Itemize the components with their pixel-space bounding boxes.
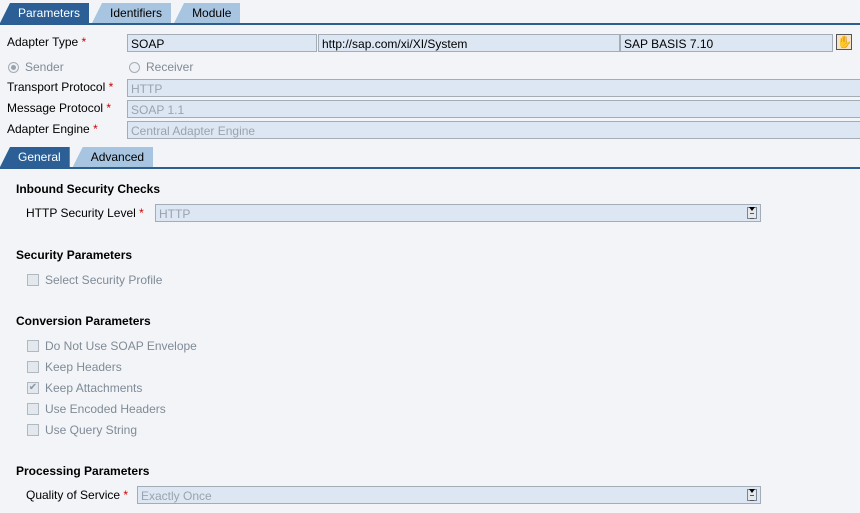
hand-pointer-icon[interactable]: ✋	[836, 34, 852, 50]
checkbox-label: Select Security Profile	[45, 273, 163, 287]
checkbox-label: Keep Attachments	[45, 381, 143, 395]
processing-parameters-heading: Processing Parameters	[16, 464, 150, 478]
tab-label: Advanced	[90, 150, 145, 164]
required-mark: *	[81, 35, 87, 49]
quality-of-service-dropdown[interactable]: Exactly Once	[137, 486, 761, 504]
inbound-security-heading: Inbound Security Checks	[16, 182, 161, 196]
adapter-engine-field[interactable]: Central Adapter Engine	[127, 121, 860, 139]
receiver-radio[interactable]: Receiver	[129, 60, 193, 74]
tab-identifiers[interactable]: Identifiers	[92, 3, 172, 23]
do-not-use-soap-envelope-checkbox[interactable]: Do Not Use SOAP Envelope	[27, 339, 197, 353]
checkbox-label: Use Query String	[45, 423, 138, 437]
checkbox-label: Do Not Use SOAP Envelope	[45, 339, 197, 353]
adapter-type-label: Adapter Type *	[7, 35, 87, 49]
dropdown-icon[interactable]	[747, 207, 757, 219]
tab-label: Identifiers	[110, 6, 163, 20]
sub-tab-underline	[0, 167, 860, 169]
adapter-engine-label: Adapter Engine *	[7, 122, 98, 136]
top-tab-bar: Parameters Identifiers Module	[0, 3, 243, 25]
checkbox-icon	[27, 340, 39, 352]
http-security-level-label: HTTP Security Level *	[26, 206, 144, 220]
adapter-type-name-field[interactable]: SOAP	[127, 34, 317, 52]
sub-tab-bar: General Advanced	[0, 147, 156, 169]
sender-label: Sender	[25, 60, 64, 74]
tab-module[interactable]: Module	[174, 3, 241, 23]
radio-unselected-icon	[129, 61, 140, 73]
sender-radio[interactable]: Sender	[8, 60, 64, 74]
tab-parameters[interactable]: Parameters	[0, 3, 90, 23]
adapter-type-swcv-field[interactable]: SAP BASIS 7.10	[620, 34, 833, 52]
checkbox-icon	[27, 274, 39, 286]
dropdown-icon[interactable]	[747, 489, 757, 501]
checkbox-icon	[27, 424, 39, 436]
tab-underline	[0, 23, 860, 25]
checkbox-label: Use Encoded Headers	[45, 402, 166, 416]
dropdown-value: Exactly Once	[141, 489, 212, 503]
http-security-level-dropdown[interactable]: HTTP	[155, 204, 761, 222]
checkbox-icon	[27, 361, 39, 373]
tab-label: Parameters	[18, 6, 81, 20]
tab-general[interactable]: General	[0, 147, 70, 167]
select-security-profile-checkbox[interactable]: Select Security Profile	[27, 273, 162, 287]
security-parameters-heading: Security Parameters	[16, 248, 133, 262]
quality-of-service-label: Quality of Service *	[26, 488, 129, 502]
message-protocol-field[interactable]: SOAP 1.1	[127, 100, 860, 118]
adapter-type-namespace-field[interactable]: http://sap.com/xi/XI/System	[318, 34, 620, 52]
tab-label: Module	[192, 6, 232, 20]
tab-label: General	[18, 150, 61, 164]
transport-protocol-field[interactable]: HTTP	[127, 79, 860, 97]
radio-selected-icon	[8, 61, 19, 73]
use-query-string-checkbox[interactable]: Use Query String	[27, 423, 137, 437]
receiver-label: Receiver	[146, 60, 194, 74]
checkmark-icon: ✔	[27, 382, 39, 394]
tab-advanced[interactable]: Advanced	[72, 147, 154, 167]
keep-attachments-checkbox[interactable]: ✔ Keep Attachments	[27, 381, 142, 395]
checkbox-icon	[27, 403, 39, 415]
message-protocol-label: Message Protocol *	[7, 101, 112, 115]
conversion-parameters-heading: Conversion Parameters	[16, 314, 151, 328]
transport-protocol-label: Transport Protocol *	[7, 80, 114, 94]
use-encoded-headers-checkbox[interactable]: Use Encoded Headers	[27, 402, 166, 416]
checkbox-label: Keep Headers	[45, 360, 122, 374]
keep-headers-checkbox[interactable]: Keep Headers	[27, 360, 122, 374]
dropdown-value: HTTP	[159, 207, 191, 221]
